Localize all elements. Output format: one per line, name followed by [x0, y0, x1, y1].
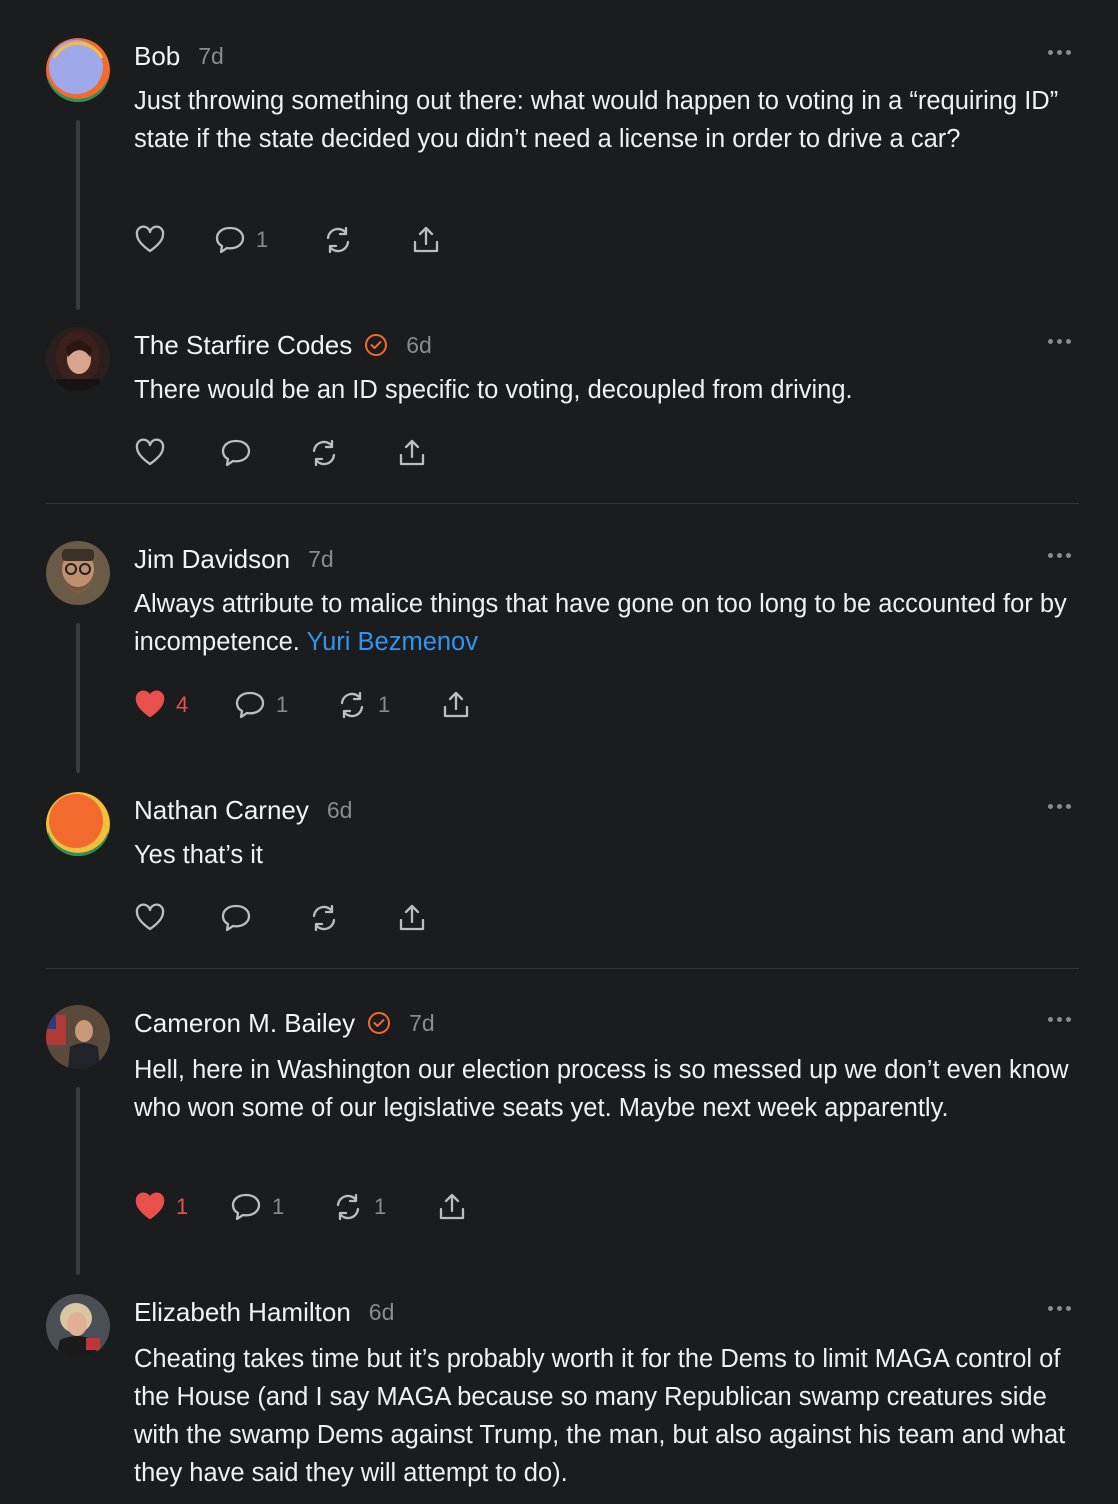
more-icon[interactable] [1048, 1017, 1071, 1022]
like-button[interactable]: 4 [134, 689, 188, 721]
comment-count: 1 [272, 1194, 285, 1219]
timestamp: 6d [326, 796, 353, 823]
heart-icon [135, 1192, 165, 1220]
timestamp: 6d [368, 1298, 395, 1325]
comment-text: Always attribute to malice things that h… [134, 585, 1084, 661]
share-button[interactable] [396, 437, 428, 469]
comment-icon [221, 439, 251, 467]
mention-link[interactable]: Yuri Bezmenov [306, 628, 478, 656]
more-icon[interactable] [1048, 50, 1071, 55]
comment-button[interactable]: 1 [214, 224, 268, 256]
heart-icon [135, 690, 165, 718]
avatar[interactable] [46, 1005, 110, 1069]
comment-text: There would be an ID specific to voting,… [134, 376, 853, 404]
avatar[interactable] [46, 792, 110, 856]
verified-badge-icon [365, 334, 388, 356]
restack-button[interactable] [308, 902, 340, 934]
share-button[interactable] [410, 224, 442, 256]
comment-icon [215, 226, 245, 254]
divider [46, 968, 1079, 969]
heart-icon [135, 438, 165, 466]
comment-button[interactable] [220, 437, 252, 469]
comment-icon [231, 1193, 261, 1221]
comment-text: Yes that’s it [134, 841, 264, 869]
comment-button[interactable] [220, 902, 252, 934]
comment-count: 1 [256, 227, 269, 252]
comment-count: 1 [276, 692, 289, 717]
more-icon[interactable] [1048, 1306, 1071, 1311]
avatar[interactable] [46, 327, 110, 391]
comment-header: Elizabeth Hamilton 6d [134, 1294, 394, 1330]
more-icon[interactable] [1048, 553, 1071, 558]
restack-button[interactable]: 1 [336, 689, 390, 721]
timestamp: 7d [409, 1009, 435, 1036]
author-name[interactable]: Jim Davidson [134, 544, 290, 575]
like-count: 4 [176, 692, 189, 717]
avatar[interactable] [46, 541, 110, 605]
share-button[interactable] [396, 902, 428, 934]
share-icon [399, 439, 425, 466]
restack-icon [340, 691, 364, 719]
timestamp: 7d [198, 42, 224, 69]
more-icon[interactable] [1048, 339, 1071, 344]
restack-icon [312, 904, 336, 932]
like-button[interactable] [134, 437, 166, 469]
comment-header: Nathan Carney 6d [134, 792, 352, 828]
heart-icon [135, 225, 165, 253]
like-button[interactable] [134, 224, 166, 256]
comment-icon [235, 691, 265, 719]
more-icon[interactable] [1048, 804, 1071, 809]
heart-icon [135, 903, 165, 931]
restack-count: 1 [374, 1194, 387, 1219]
restack-icon [312, 439, 336, 467]
comment-button[interactable]: 1 [234, 689, 288, 721]
comment-button[interactable]: 1 [230, 1191, 284, 1223]
restack-button[interactable]: 1 [332, 1191, 386, 1223]
share-icon [443, 691, 469, 718]
restack-count: 1 [378, 692, 391, 717]
comment-header: Cameron M. Bailey 7d [134, 1005, 435, 1041]
share-icon [399, 904, 425, 931]
author-name[interactable]: Elizabeth Hamilton [134, 1297, 351, 1328]
verified-badge-icon [368, 1012, 391, 1034]
restack-button[interactable] [322, 224, 354, 256]
timestamp: 7d [308, 545, 334, 572]
thread-line [76, 1087, 80, 1275]
share-button[interactable] [440, 689, 472, 721]
author-name[interactable]: Cameron M. Bailey [134, 1008, 355, 1039]
author-name[interactable]: Bob [134, 41, 180, 72]
comment-icon [221, 904, 251, 932]
comment-text: Hell, here in Washington our election pr… [134, 1056, 1076, 1122]
divider [46, 503, 1079, 504]
share-button[interactable] [436, 1191, 468, 1223]
comment-text-content: Always attribute to malice things that h… [134, 590, 1074, 656]
comment-thread: Bob 7d Just throwing something out there… [0, 0, 1118, 1504]
avatar[interactable] [46, 38, 110, 102]
restack-icon [336, 1193, 360, 1221]
comment-text: Just throwing something out there: what … [134, 87, 1066, 153]
like-count: 1 [176, 1194, 189, 1219]
comment-header: The Starfire Codes 6d [134, 327, 432, 363]
author-name[interactable]: Nathan Carney [134, 795, 309, 826]
comment-header: Bob 7d [134, 38, 224, 74]
comment-text: Cheating takes time but it’s probably wo… [134, 1345, 1073, 1487]
like-button[interactable]: 1 [134, 1191, 188, 1223]
thread-line [76, 120, 80, 310]
thread-line [76, 623, 80, 773]
avatar[interactable] [46, 1294, 110, 1358]
restack-button[interactable] [308, 437, 340, 469]
restack-icon [326, 226, 350, 254]
like-button[interactable] [134, 902, 166, 934]
timestamp: 6d [406, 331, 432, 358]
share-icon [439, 1193, 465, 1220]
share-icon [413, 226, 439, 253]
comment-header: Jim Davidson 7d [134, 541, 334, 577]
author-name[interactable]: The Starfire Codes [134, 330, 352, 361]
